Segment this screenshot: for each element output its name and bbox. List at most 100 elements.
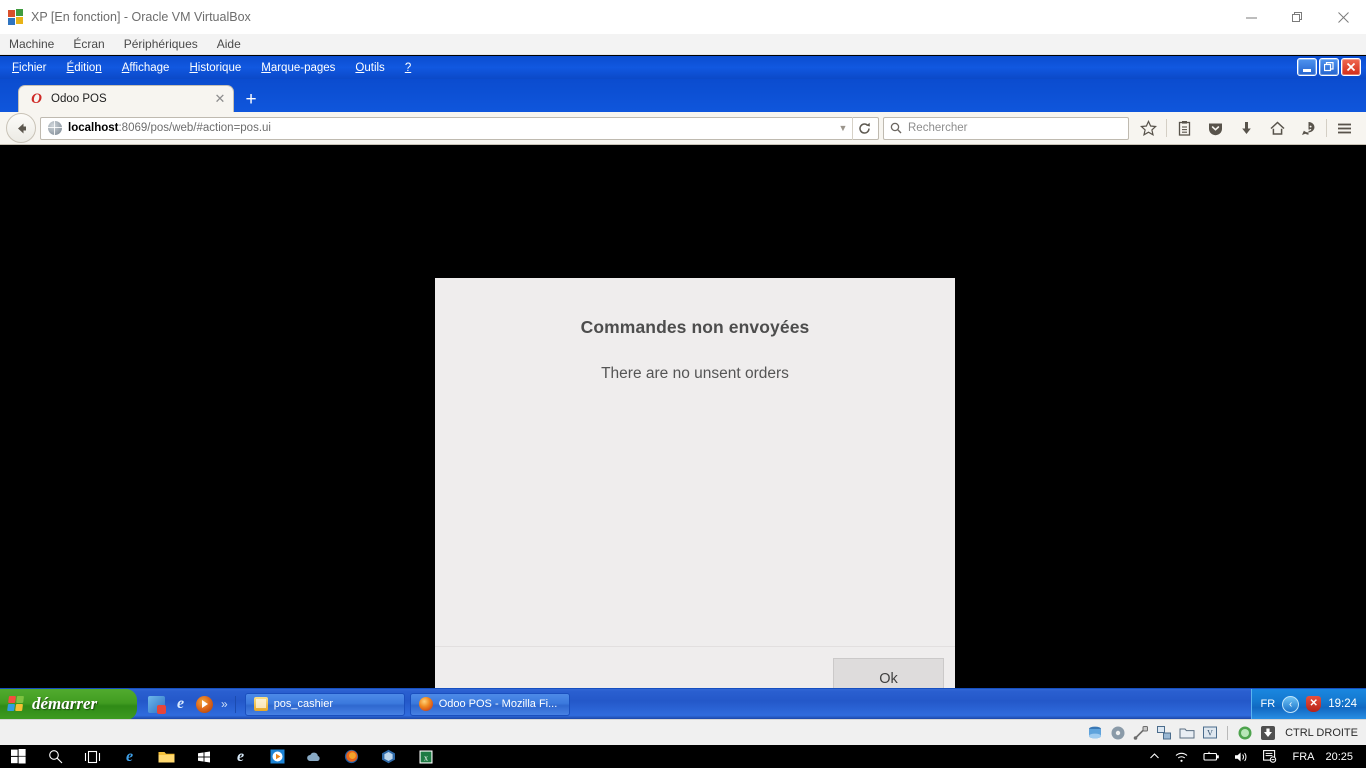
host-clock[interactable]: 20:25 xyxy=(1322,751,1362,763)
firefox-menu-bar: Fichier Édition Affichage Historique Mar… xyxy=(0,56,1366,79)
host-key-icon[interactable] xyxy=(1260,725,1276,741)
windows-flag-icon xyxy=(7,696,26,712)
action-center-icon[interactable] xyxy=(1256,745,1284,768)
folder-icon xyxy=(253,697,268,711)
xp-minimize-button[interactable] xyxy=(1297,58,1317,76)
vbox-window-controls xyxy=(1228,0,1366,34)
vbox-status-bar: V CTRL DROITE xyxy=(0,719,1366,745)
url-host: localhost xyxy=(68,122,119,134)
downloads-icon[interactable] xyxy=(1231,114,1262,142)
search-icon[interactable] xyxy=(37,745,74,768)
xp-close-button[interactable] xyxy=(1341,58,1361,76)
weather-icon[interactable] xyxy=(296,745,333,768)
feedback-smiley-icon[interactable] xyxy=(1293,114,1324,142)
hard-disk-icon[interactable] xyxy=(1087,725,1103,741)
mouse-integration-icon[interactable] xyxy=(1237,725,1253,741)
start-icon[interactable] xyxy=(0,745,37,768)
network-icon[interactable] xyxy=(1156,725,1172,741)
virtualbox-icon[interactable] xyxy=(370,745,407,768)
minimize-icon[interactable] xyxy=(1228,0,1274,34)
vbox-window-title: XP [En fonction] - Oracle VM VirtualBox xyxy=(31,9,251,24)
display-capture-icon[interactable]: V xyxy=(1202,725,1218,741)
tab-close-icon[interactable]: ✕ xyxy=(213,92,227,106)
library-icon[interactable] xyxy=(1169,114,1200,142)
firefox-icon xyxy=(418,697,433,711)
microsoft-store-icon[interactable] xyxy=(185,745,222,768)
shared-folder-icon[interactable] xyxy=(1179,725,1195,741)
status-divider xyxy=(1227,725,1229,740)
ff-menu-aide[interactable]: ? xyxy=(405,62,411,74)
virtualbox-vm-icon xyxy=(8,8,24,25)
ff-menu-marque-pages[interactable]: Marque-pages xyxy=(261,62,335,74)
volume-icon[interactable] xyxy=(1227,745,1256,768)
restore-icon[interactable] xyxy=(1274,0,1320,34)
quick-launch-overflow-icon[interactable]: » xyxy=(221,697,228,711)
tray-expand-icon[interactable] xyxy=(1142,745,1167,768)
optical-disk-icon[interactable] xyxy=(1110,725,1126,741)
chevron-down-icon[interactable]: ▼ xyxy=(834,123,852,133)
new-tab-button[interactable]: + xyxy=(240,90,262,110)
reload-icon[interactable] xyxy=(852,116,876,140)
ff-menu-edition[interactable]: Édition xyxy=(67,62,102,74)
browser-tab-odoo-pos[interactable]: O Odoo POS ✕ xyxy=(18,85,234,112)
dialog-body: Commandes non envoyées There are no unse… xyxy=(435,278,955,646)
xp-system-tray: FR ‹ ✕ 19:24 xyxy=(1250,688,1366,719)
back-button-icon[interactable] xyxy=(6,113,36,143)
internet-explorer-icon[interactable]: e xyxy=(172,695,189,713)
firefox-icon[interactable] xyxy=(333,745,370,768)
xp-start-button[interactable]: démarrer xyxy=(0,688,137,719)
quick-launch-bar: e » xyxy=(137,695,236,714)
home-icon[interactable] xyxy=(1262,114,1293,142)
vbox-menu-ecran[interactable]: Écran xyxy=(73,37,104,51)
task-view-icon[interactable] xyxy=(74,745,111,768)
close-icon[interactable] xyxy=(1320,0,1366,34)
host-key-label: CTRL DROITE xyxy=(1285,726,1358,739)
tray-expand-chevron-icon[interactable]: ‹ xyxy=(1282,695,1300,713)
address-bar[interactable]: localhost:8069/pos/web/#action=pos.ui ▼ xyxy=(40,116,879,140)
vbox-menu-bar: Machine Écran Périphériques Aide xyxy=(0,34,1366,55)
ff-menu-fichier[interactable]: Fichier xyxy=(12,62,47,74)
url-text: localhost:8069/pos/web/#action=pos.ui xyxy=(68,122,834,134)
firefox-nav-toolbar: localhost:8069/pos/web/#action=pos.ui ▼ … xyxy=(0,112,1366,145)
xp-restore-button[interactable] xyxy=(1319,58,1339,76)
internet-explorer-icon[interactable]: e xyxy=(222,745,259,768)
url-path: :8069/pos/web/#action=pos.ui xyxy=(118,122,271,134)
taskbar-button-firefox[interactable]: Odoo POS - Mozilla Fi... xyxy=(409,692,570,716)
excel-icon[interactable]: x xyxy=(407,745,444,768)
vbox-menu-aide[interactable]: Aide xyxy=(217,37,241,51)
vbox-menu-machine[interactable]: Machine xyxy=(9,37,54,51)
xp-clock[interactable]: 19:24 xyxy=(1328,698,1357,710)
xp-window-controls xyxy=(1297,58,1361,76)
host-taskbar-items: e e x xyxy=(0,745,444,768)
windows-media-player-icon[interactable] xyxy=(196,695,213,713)
language-indicator[interactable]: FR xyxy=(1261,698,1276,710)
host-taskbar: e e x FRA 20:25 xyxy=(0,745,1366,768)
pos-page-canvas: Commandes non envoyées There are no unse… xyxy=(0,145,1366,719)
show-desktop-icon[interactable] xyxy=(148,695,166,714)
edge-icon[interactable]: e xyxy=(111,745,148,768)
dialog-title: Commandes non envoyées xyxy=(580,317,810,337)
wifi-icon[interactable] xyxy=(1167,745,1196,768)
xp-task-buttons: pos_cashier Odoo POS - Mozilla Fi... xyxy=(236,692,1251,716)
start-label: démarrer xyxy=(32,694,98,713)
taskbar-button-pos-cashier[interactable]: pos_cashier xyxy=(244,692,405,716)
tab-title: Odoo POS xyxy=(51,93,107,105)
hamburger-menu-icon[interactable] xyxy=(1329,114,1360,142)
search-icon xyxy=(890,122,902,134)
odoo-favicon: O xyxy=(31,90,42,107)
media-player-icon[interactable] xyxy=(259,745,296,768)
ff-menu-affichage[interactable]: Affichage xyxy=(122,62,170,74)
file-explorer-icon[interactable] xyxy=(148,745,185,768)
host-language-indicator[interactable]: FRA xyxy=(1284,751,1322,763)
search-input[interactable]: Rechercher xyxy=(883,116,1129,140)
dialog-message: There are no unsent orders xyxy=(601,365,789,382)
ff-menu-outils[interactable]: Outils xyxy=(355,62,384,74)
security-alert-shield-icon[interactable]: ✕ xyxy=(1306,696,1322,712)
vbox-menu-peripheriques[interactable]: Périphériques xyxy=(124,37,198,51)
bookmark-star-icon[interactable] xyxy=(1133,114,1164,142)
ff-menu-historique[interactable]: Historique xyxy=(189,62,241,74)
firefox-tab-strip: O Odoo POS ✕ + xyxy=(0,79,1366,112)
usb-icon[interactable] xyxy=(1133,725,1149,741)
pocket-icon[interactable] xyxy=(1200,114,1231,142)
battery-icon[interactable] xyxy=(1196,745,1227,768)
